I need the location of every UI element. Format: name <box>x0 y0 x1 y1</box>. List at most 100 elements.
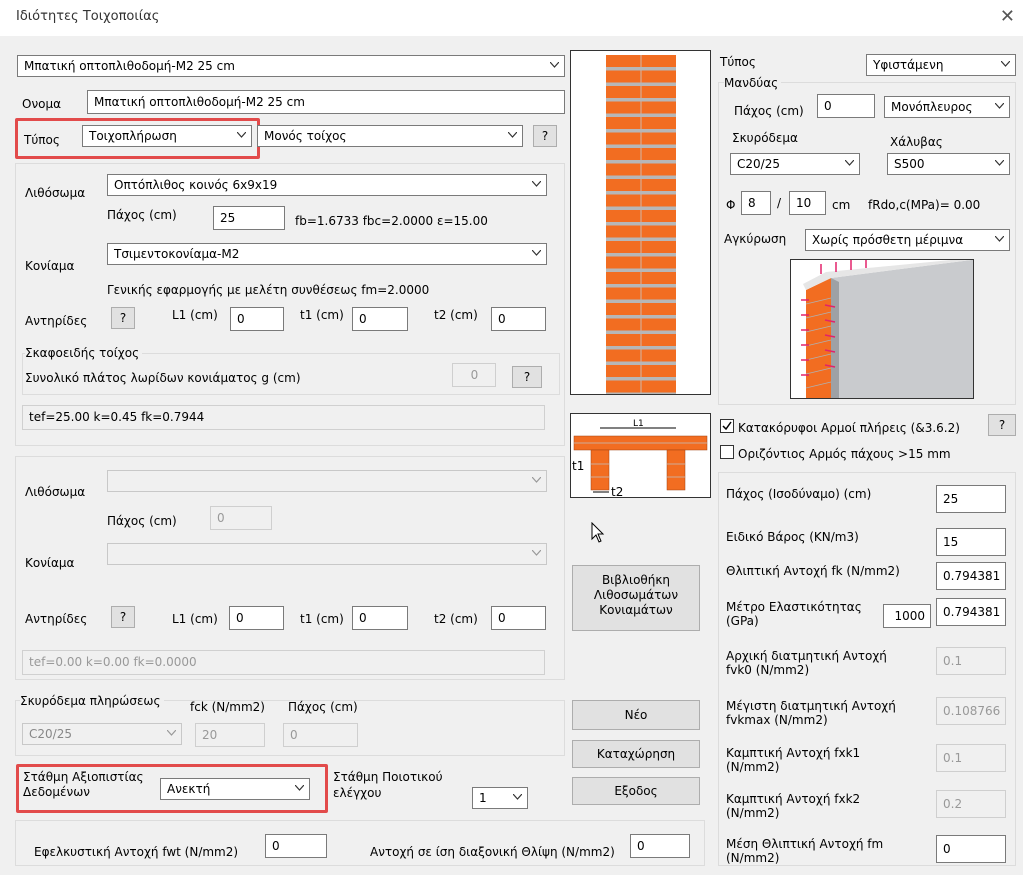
horizontal-joint-checkbox[interactable] <box>720 445 734 459</box>
property-value-input[interactable]: 0.1 <box>936 647 1006 675</box>
property-value-input[interactable]: 0.1 <box>936 744 1006 772</box>
layer2-t1-input[interactable]: 0 <box>352 606 408 630</box>
jacket-side-value: Μονόπλευρος <box>891 100 973 114</box>
bottom-panel <box>15 820 705 866</box>
layer1-mortar-note: Γενικής εφαρμογής με μελέτη συνθέσεως fm… <box>107 283 430 297</box>
chevron-down-icon <box>845 160 854 168</box>
name-input[interactable]: Μπατική οπτοπλιθοδομή-Μ2 25 cm <box>87 90 565 114</box>
layer2-t2-input[interactable]: 0 <box>491 606 546 630</box>
diag-label: Αντοχή σε ίση διαξονική Θλίψη (N/mm2) <box>370 845 615 859</box>
chevron-down-icon <box>995 103 1004 111</box>
exit-button[interactable]: Εξοδος <box>572 777 700 805</box>
layer1-l1-label: L1 (cm) <box>172 308 218 322</box>
mortar-joint <box>606 222 676 226</box>
layer1-mortar-select[interactable]: Τσιμεντοκονίαμα-Μ2 <box>107 243 547 265</box>
diag-input[interactable]: 0 <box>630 834 690 858</box>
preset-value: Μπατική οπτοπλιθοδομή-Μ2 25 cm <box>24 59 235 73</box>
mortar-joint <box>606 160 676 164</box>
layer1-piers-label: Αντηρίδες <box>25 314 88 328</box>
jacket-thickness-input[interactable]: 0 <box>817 94 875 118</box>
reliability-select[interactable]: Ανεκτή <box>160 778 310 800</box>
layer2-result: tef=0.00 k=0.00 fk=0.0000 <box>22 650 545 675</box>
jacket-concrete-select[interactable]: C20/25 <box>730 153 860 175</box>
fwt-input[interactable]: 0 <box>265 834 327 858</box>
property-label: Πάχος (Ισοδύναμο) (cm) <box>726 487 872 501</box>
layer2-piers-help-button[interactable]: ? <box>111 606 135 628</box>
chevron-down-icon <box>995 236 1004 244</box>
property-value-input[interactable]: 0.2 <box>936 790 1006 818</box>
property-value-input[interactable]: 0.794381 <box>936 562 1006 590</box>
jacket-steel-select[interactable]: S500 <box>887 153 1010 175</box>
right-type-select[interactable]: Υφιστάμενη <box>866 54 1016 76</box>
mortar-joint <box>606 98 676 102</box>
vertical-joints-checkbox[interactable] <box>720 419 734 433</box>
infill-thickness-input[interactable]: 0 <box>283 723 358 747</box>
anchor-select[interactable]: Χωρίς πρόσθετη μέριμνα <box>805 229 1010 251</box>
pier-diagram: L1 t1 t2 <box>570 413 711 499</box>
library-button[interactable]: Βιβλιοθήκη Λιθοσωμάτων Κονιαμάτων <box>572 565 700 631</box>
layer2-block-select[interactable] <box>107 470 547 492</box>
infill-concrete-select[interactable]: C20/25 <box>22 723 182 745</box>
check-icon <box>722 421 732 431</box>
chevron-down-icon <box>995 160 1004 168</box>
mortar-joint <box>606 175 676 179</box>
reliability-value: Ανεκτή <box>167 782 211 796</box>
cavity-input[interactable]: 0 <box>452 363 496 387</box>
mortar-joint <box>606 191 676 195</box>
property-value-input[interactable]: 0.794381 <box>936 598 1006 626</box>
jacket-steel-label: Χάλυβας <box>890 135 943 149</box>
anchor-value: Χωρίς πρόσθετη μέριμνα <box>812 233 964 247</box>
layer1-piers-help-button[interactable]: ? <box>111 307 135 329</box>
vertical-joints-help-button[interactable]: ? <box>988 414 1016 436</box>
quality-label-line1: Στάθμη Ποιοτικού <box>333 770 443 784</box>
phi-input[interactable]: 8 <box>741 191 771 215</box>
property-value-input[interactable]: 0 <box>936 835 1006 863</box>
infill-fck-input[interactable]: 20 <box>195 723 265 747</box>
property-value-input[interactable]: 15 <box>936 528 1006 556</box>
layer1-thickness-label: Πάχος (cm) <box>107 208 177 222</box>
cavity-title: Σκαφοειδής τοίχος <box>25 346 143 360</box>
jacket-side-select[interactable]: Μονόπλευρος <box>884 96 1010 118</box>
preset-select[interactable]: Μπατική οπτοπλιθοδομή-Μ2 25 cm <box>17 55 565 77</box>
wall-kind-value: Μονός τοίχος <box>264 129 347 143</box>
layer2-mortar-select[interactable] <box>107 543 547 565</box>
fwt-label: Εφελκυστική Αντοχή fwt (N/mm2) <box>34 845 239 859</box>
layer2-l1-input[interactable]: 0 <box>229 606 284 630</box>
save-button[interactable]: Καταχώρηση <box>572 740 700 768</box>
diagram-t1-label: t1 <box>572 459 584 473</box>
new-button[interactable]: Νέο <box>572 700 700 730</box>
mortar-joint <box>606 82 676 86</box>
jacket-image <box>790 259 974 399</box>
layer2-t2-label: t2 (cm) <box>434 612 478 626</box>
quality-select[interactable]: 1 <box>472 787 528 809</box>
layer2-thickness-input[interactable]: 0 <box>210 506 272 530</box>
spacing-input[interactable]: 10 <box>789 191 826 215</box>
layer1-t1-input[interactable]: 0 <box>352 307 408 331</box>
layer1-block-select[interactable]: Οπτόπλιθος κοινός 6x9x19 <box>107 174 547 196</box>
layer1-thickness-input[interactable]: 25 <box>213 206 285 230</box>
layer1-l1-input[interactable]: 0 <box>230 307 284 331</box>
wall-section-image <box>570 50 711 395</box>
wall-kind-help-button[interactable]: ? <box>533 125 557 147</box>
property-value-input[interactable]: 0.108766 <box>936 697 1006 725</box>
mortar-joint <box>606 206 676 210</box>
layer1-fb-text: fb=1.6733 fbc=2.0000 ε=15.00 <box>295 214 488 228</box>
layer1-block-label: Λιθόσωμα <box>25 186 86 200</box>
mortar-joint <box>606 237 676 241</box>
property-label: Θλιπτική Αντοχή fk (N/mm2) <box>726 564 900 578</box>
layer1-t2-input[interactable]: 0 <box>491 307 546 331</box>
cavity-label: Συνολικό πλάτος λωρίδων κονιάματος g (cm… <box>25 371 301 385</box>
type-select[interactable]: Τοιχοπλήρωση <box>82 125 252 147</box>
library-line3: Κονιαμάτων <box>599 603 673 617</box>
chevron-down-icon <box>532 477 541 485</box>
wall-kind-select[interactable]: Μονός τοίχος <box>257 125 523 147</box>
layer1-mortar-value: Τσιμεντοκονίαμα-Μ2 <box>114 247 240 261</box>
jacket-concrete-label: Σκυρόδεμα <box>732 131 798 145</box>
chevron-down-icon <box>167 730 176 738</box>
chevron-down-icon <box>237 132 246 140</box>
cavity-help-button[interactable]: ? <box>512 366 542 388</box>
close-icon[interactable]: ✕ <box>1000 6 1015 27</box>
elasticity-factor-input[interactable]: 1000 <box>883 604 931 628</box>
quality-label-line2: ελέγχου <box>333 786 382 800</box>
property-value-input[interactable]: 25 <box>936 485 1006 513</box>
